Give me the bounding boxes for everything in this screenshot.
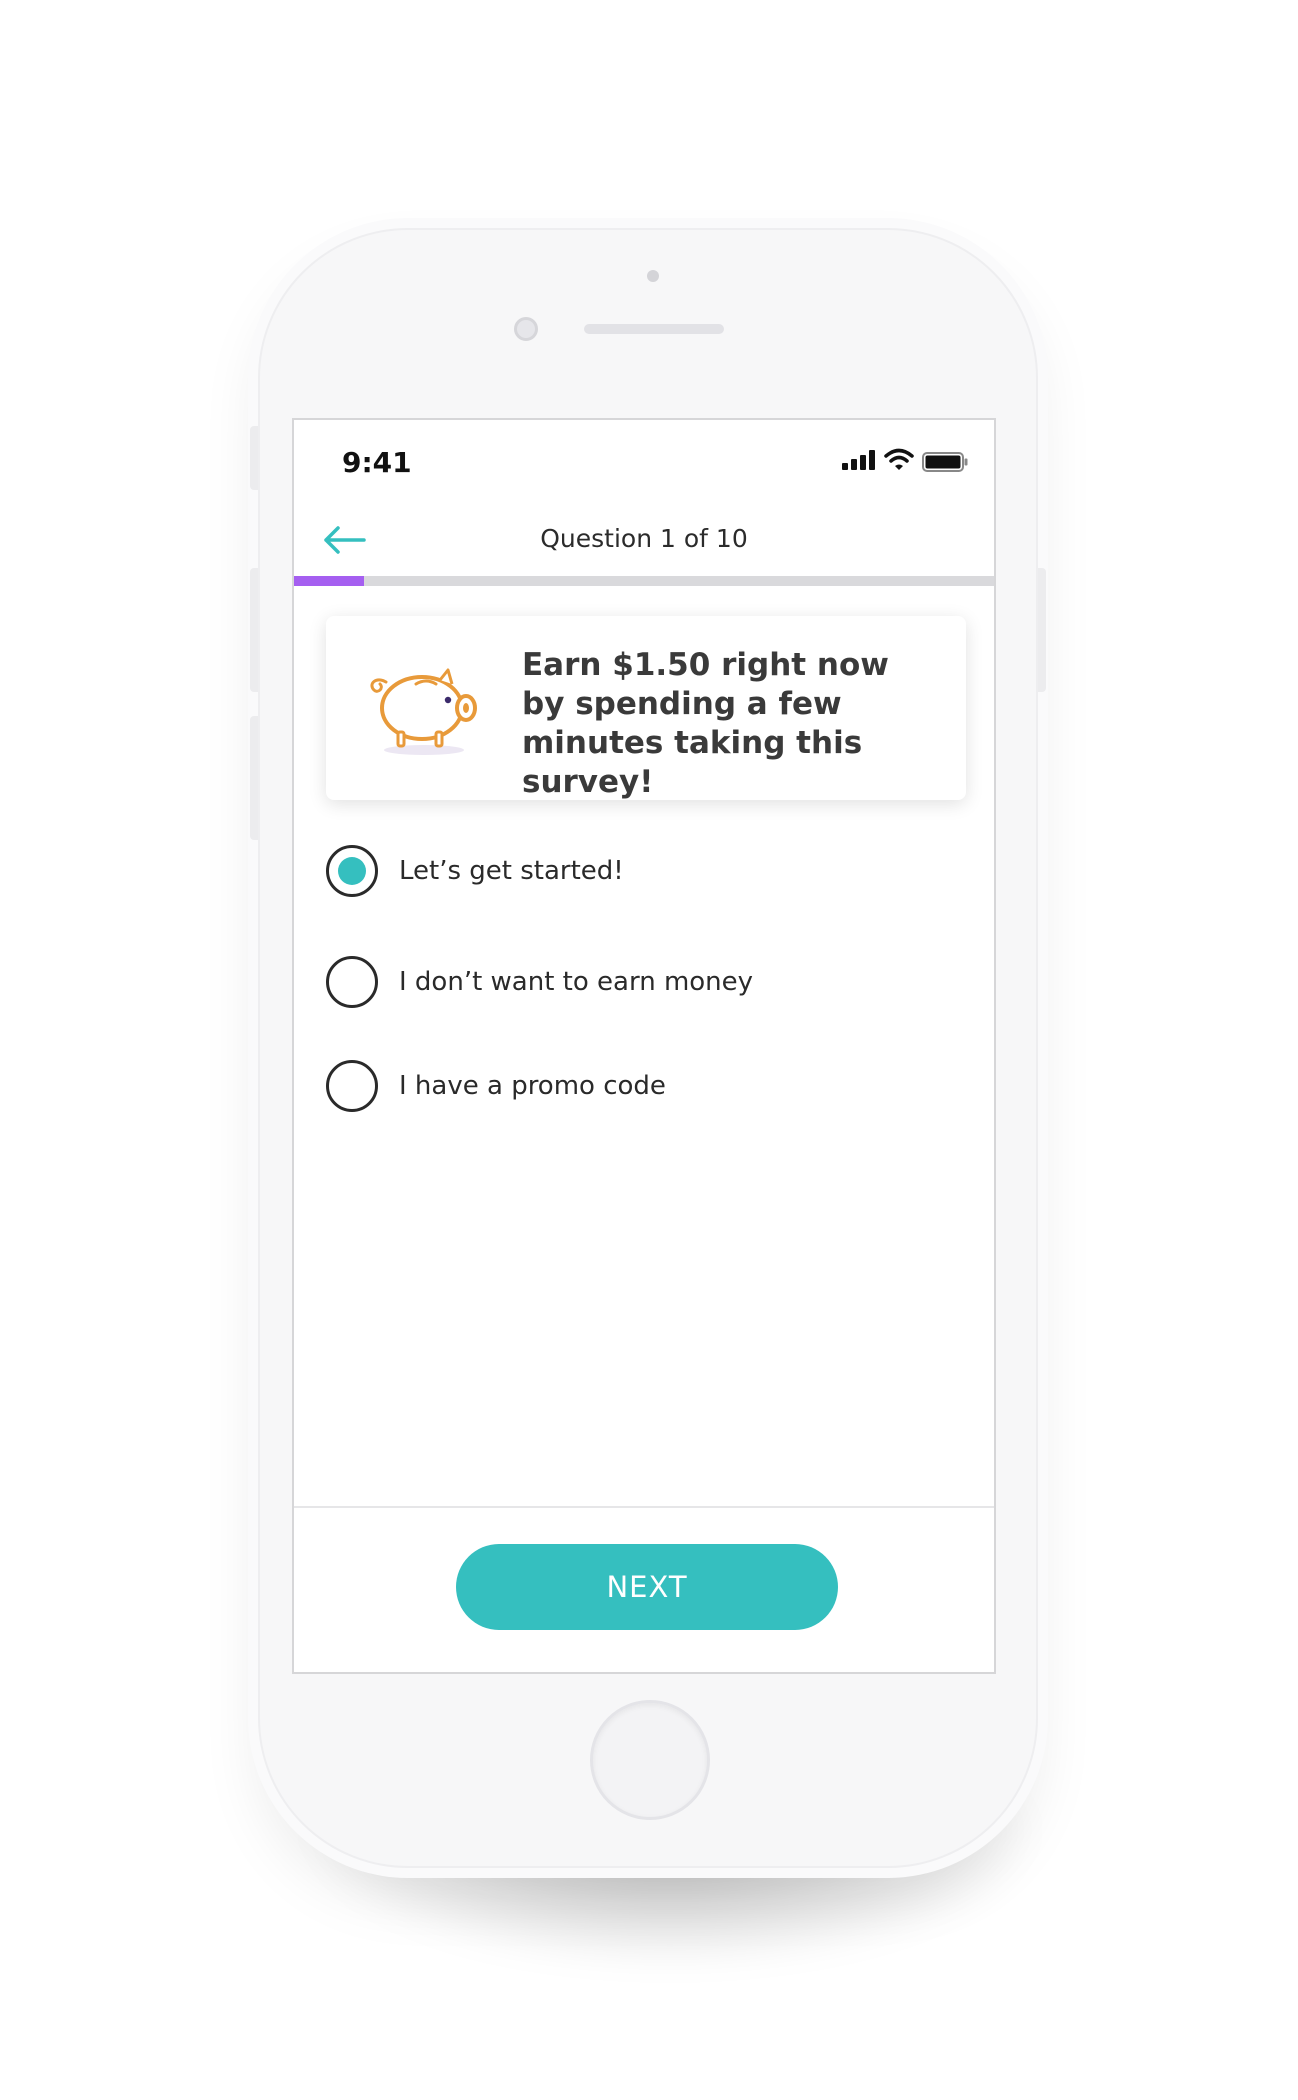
cellular-signal-icon [842, 450, 875, 470]
earpiece-speaker [584, 324, 724, 334]
radio-button-selected[interactable] [326, 845, 378, 897]
option-lets-get-started[interactable]: Let’s get started! [326, 844, 624, 898]
piggy-bank-icon [370, 668, 477, 755]
wifi-icon [884, 448, 914, 470]
front-camera [514, 317, 538, 341]
battery-icon [922, 452, 968, 472]
mockup-stage: 9:41 Question 1 of 10 Earn $1.50 right n… [0, 0, 1298, 2100]
volume-down-button [250, 716, 258, 840]
power-button [1038, 568, 1046, 692]
radio-selected-dot [338, 857, 366, 885]
progress-fill [294, 576, 364, 586]
mute-switch [250, 426, 258, 490]
question-counter: Question 1 of 10 [540, 524, 748, 553]
phone-screen: 9:41 Question 1 of 10 Earn $1.50 right n… [292, 418, 996, 1674]
status-time: 9:41 [342, 446, 412, 479]
status-bar: 9:41 [294, 420, 994, 484]
option-dont-want-money[interactable]: I don’t want to earn money [326, 955, 753, 1009]
proximity-sensor [647, 270, 659, 282]
next-button[interactable]: NEXT [456, 1544, 838, 1630]
footer-divider [294, 1506, 994, 1508]
option-label: I have a promo code [399, 1071, 666, 1101]
promo-message: Earn $1.50 right now by spending a few m… [522, 647, 889, 800]
radio-button[interactable] [326, 1060, 378, 1112]
radio-button[interactable] [326, 956, 378, 1008]
promo-card: Earn $1.50 right now by spending a few m… [326, 616, 966, 800]
progress-bar [294, 576, 994, 586]
option-label: Let’s get started! [399, 856, 624, 886]
home-button[interactable] [590, 1700, 710, 1820]
option-label: I don’t want to earn money [399, 967, 754, 997]
nav-bar: Question 1 of 10 [294, 510, 994, 570]
volume-up-button [250, 568, 258, 692]
option-promo-code[interactable]: I have a promo code [326, 1059, 666, 1113]
